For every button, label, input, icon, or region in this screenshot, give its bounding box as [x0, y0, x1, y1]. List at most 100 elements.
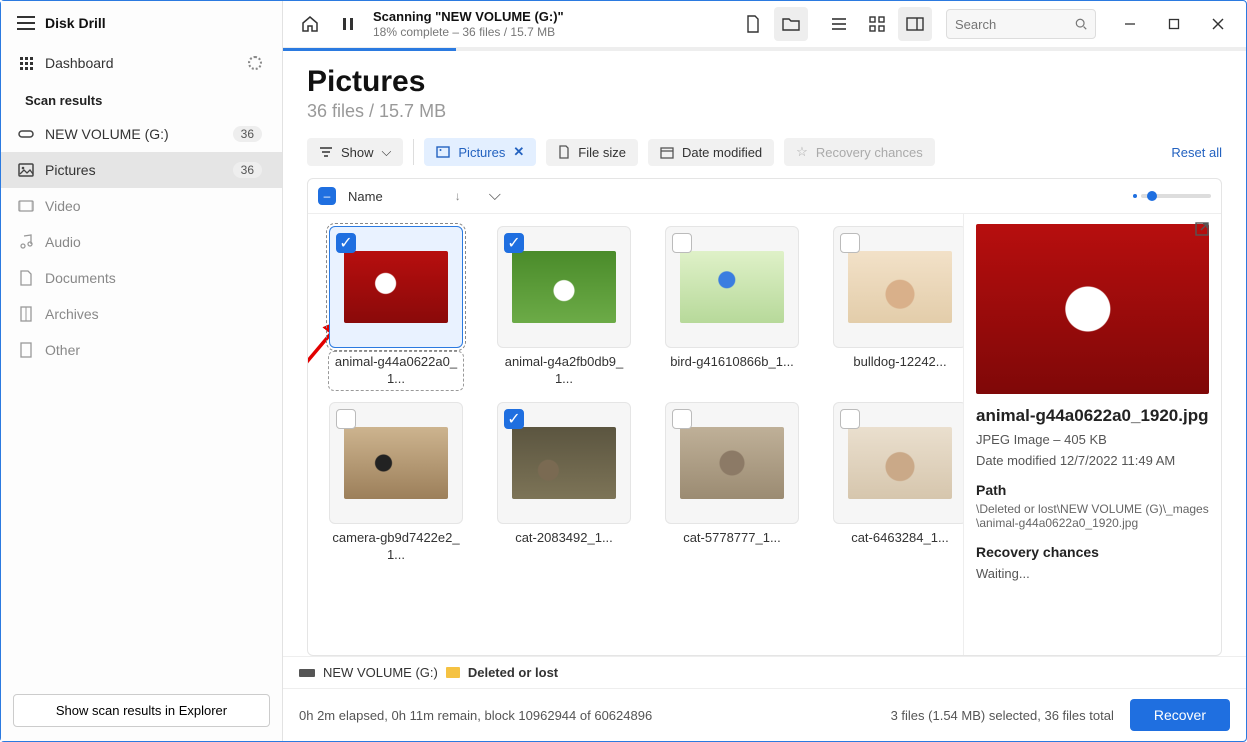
sidebar-item-label: Audio [45, 234, 81, 250]
show-in-explorer-button[interactable]: Show scan results in Explorer [13, 694, 270, 727]
menu-icon[interactable] [17, 16, 35, 30]
file-item[interactable]: cat-6463284_1... [820, 402, 963, 564]
drive-icon [299, 669, 315, 677]
column-name[interactable]: Name [348, 189, 383, 204]
file-item[interactable]: ✓ animal-g44a0622a0_1... [316, 226, 476, 388]
folder-icon-button[interactable] [774, 7, 808, 41]
grid-body: ✓ animal-g44a0622a0_1... ✓ animal-g4a2fb… [308, 214, 1221, 655]
maximize-button[interactable] [1154, 9, 1194, 39]
count-badge: 36 [233, 162, 262, 178]
file-icon-button[interactable] [736, 7, 770, 41]
item-checkbox[interactable] [672, 409, 692, 429]
grid-header: – Name ↓ ⌵ [308, 179, 1221, 214]
item-checkbox[interactable]: ✓ [504, 233, 524, 253]
sidebar-item-archives[interactable]: Archives [1, 296, 282, 332]
sidebar-item-dashboard[interactable]: Dashboard [1, 45, 282, 81]
preview-chances-header: Recovery chances [976, 544, 1209, 560]
sidebar-item-video[interactable]: Video [1, 188, 282, 224]
sidebar-item-other[interactable]: Other [1, 332, 282, 368]
chip-label: Show [341, 145, 374, 160]
item-checkbox[interactable] [336, 409, 356, 429]
close-button[interactable] [1198, 9, 1238, 39]
item-checkbox[interactable] [672, 233, 692, 253]
filter-icon [319, 146, 333, 158]
minimize-button[interactable] [1110, 9, 1150, 39]
loading-icon [248, 56, 262, 70]
thumbnail-wrap: ✓ [329, 226, 463, 348]
documents-icon [17, 270, 35, 286]
status-bar: 0h 2m elapsed, 0h 11m remain, block 1096… [283, 688, 1246, 741]
folder-icon [446, 667, 460, 678]
chip-label: Pictures [458, 145, 505, 160]
preview-path: \Deleted or lost\NEW VOLUME (G)\_mages\a… [976, 502, 1209, 530]
home-button[interactable] [293, 7, 327, 41]
sidebar-item-label: Pictures [45, 162, 96, 178]
sidebar-item-volume[interactable]: NEW VOLUME (G:) 36 [1, 116, 282, 152]
filter-chip-filesize[interactable]: File size [546, 139, 638, 166]
thumbnail-wrap: ✓ [497, 402, 631, 524]
grid-view-button[interactable] [860, 7, 894, 41]
filter-toolbar: Show ⌵ Pictures ✕ File size Date modifie… [307, 138, 1222, 166]
popout-icon[interactable] [1191, 218, 1213, 240]
filter-chip-pictures[interactable]: Pictures ✕ [424, 138, 536, 166]
app-window: Disk Drill Dashboard Scan results NEW VO… [0, 0, 1247, 742]
thumbnail-image [848, 427, 952, 499]
file-name: cat-6463284_1... [835, 530, 963, 547]
file-item[interactable]: ✓ cat-2083492_1... [484, 402, 644, 564]
show-dropdown[interactable]: Show ⌵ [307, 138, 403, 166]
preview-meta: JPEG Image – 405 KB [976, 432, 1209, 447]
sidebar-item-pictures[interactable]: Pictures 36 [1, 152, 282, 188]
sidebar-item-audio[interactable]: Audio [1, 224, 282, 260]
file-name: cat-2083492_1... [499, 530, 629, 547]
item-checkbox[interactable] [840, 233, 860, 253]
breadcrumb-drive[interactable]: NEW VOLUME (G:) [323, 665, 438, 680]
thumbnail-wrap [665, 226, 799, 348]
divider [413, 139, 414, 165]
search-box[interactable] [946, 9, 1096, 39]
reset-all-link[interactable]: Reset all [1171, 145, 1222, 160]
scan-progress-bar [283, 48, 1246, 51]
file-item[interactable]: ✓ animal-g4a2fb0db9_1... [484, 226, 644, 388]
pictures-icon [436, 146, 450, 158]
select-all-checkbox[interactable]: – [318, 187, 336, 205]
chip-label: Recovery chances [816, 145, 923, 160]
status-selection: 3 files (1.54 MB) selected, 36 files tot… [891, 708, 1114, 723]
page-title: Pictures [307, 65, 1222, 99]
expand-icon[interactable]: ⌵ [489, 187, 501, 205]
pictures-icon [17, 163, 35, 177]
sidebar-item-label: Documents [45, 270, 116, 286]
sidebar-header: Disk Drill [1, 1, 282, 45]
drive-icon [17, 128, 35, 140]
filter-chip-recovery[interactable]: ☆ Recovery chances [784, 138, 935, 166]
file-item[interactable]: camera-gb9d7422e2_1... [316, 402, 476, 564]
scan-status: Scanning "NEW VOLUME (G:)" 18% complete … [373, 9, 564, 39]
recover-button[interactable]: Recover [1130, 699, 1230, 731]
preview-path-header: Path [976, 482, 1209, 498]
item-checkbox[interactable]: ✓ [504, 409, 524, 429]
search-input[interactable] [955, 17, 1069, 32]
scan-title: Scanning "NEW VOLUME (G:)" [373, 9, 564, 25]
chip-label: Date modified [682, 145, 762, 160]
thumbnail-wrap [665, 402, 799, 524]
item-checkbox[interactable]: ✓ [336, 233, 356, 253]
list-view-button[interactable] [822, 7, 856, 41]
file-item[interactable]: bird-g41610866b_1... [652, 226, 812, 388]
item-checkbox[interactable] [840, 409, 860, 429]
file-name: animal-g4a2fb0db9_1... [499, 354, 629, 388]
sidebar-item-documents[interactable]: Documents [1, 260, 282, 296]
thumbnail-zoom-slider[interactable] [1133, 194, 1211, 198]
chevron-down-icon: ⌵ [382, 144, 392, 160]
preview-image [976, 224, 1209, 394]
zoom-knob[interactable] [1147, 191, 1157, 201]
app-title: Disk Drill [45, 15, 106, 31]
file-icon [558, 145, 570, 159]
window-controls [1110, 9, 1238, 39]
preview-chances-value: Waiting... [976, 566, 1209, 581]
pause-button[interactable] [331, 7, 365, 41]
filter-chip-date[interactable]: Date modified [648, 139, 774, 166]
file-item[interactable]: cat-5778777_1... [652, 402, 812, 564]
close-icon[interactable]: ✕ [513, 144, 524, 160]
file-item[interactable]: bulldog-12242... [820, 226, 963, 388]
preview-pane-button[interactable] [898, 7, 932, 41]
breadcrumb-folder[interactable]: Deleted or lost [468, 665, 558, 680]
